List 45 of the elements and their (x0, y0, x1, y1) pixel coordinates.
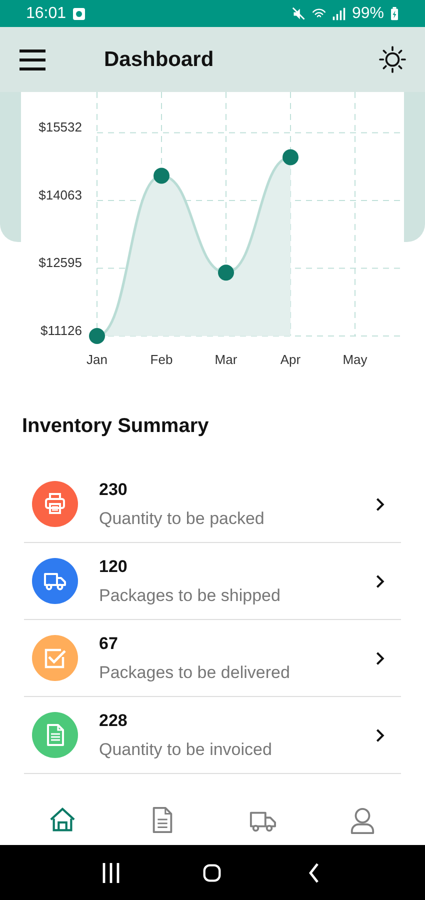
recent-apps-icon[interactable] (102, 862, 120, 882)
item-count: 67 (99, 634, 119, 654)
mute-icon (292, 6, 306, 20)
axis-label: Jan (86, 352, 108, 367)
home-icon[interactable] (48, 806, 76, 834)
user-icon[interactable] (349, 806, 376, 834)
axis-label: May (342, 352, 368, 367)
data-point (282, 149, 298, 166)
summary-item[interactable]: 120 Packages to be shipped (24, 543, 401, 620)
menu-icon[interactable] (19, 48, 46, 70)
item-count: 228 (99, 710, 128, 730)
axis-label: $15532 (38, 120, 82, 135)
summary-item[interactable]: 228 Quantity to be invoiced (24, 697, 401, 774)
axis-label: Mar (214, 352, 238, 367)
battery-level: 99% (352, 4, 384, 22)
battery-icon (390, 6, 399, 20)
notification-icon (72, 6, 86, 20)
item-count: 230 (99, 480, 128, 500)
summary-item[interactable]: 230 Quantity to be packed (24, 466, 401, 543)
home-button-icon[interactable] (203, 862, 222, 882)
axis-label: Apr (280, 352, 301, 367)
chevron-icon (375, 650, 385, 666)
signal-icon (332, 6, 346, 20)
item-count: 120 (99, 556, 128, 576)
theme-toggle-icon[interactable] (379, 46, 406, 73)
axis-label: Feb (150, 352, 173, 367)
axis-label: $14063 (38, 188, 82, 202)
page-title: Dashboard (104, 48, 215, 72)
summary-item[interactable]: 67 Packages to be delivered (24, 620, 401, 697)
chevron-icon (375, 728, 385, 742)
section-title: Inventory Summary (21, 414, 210, 439)
data-point (89, 328, 105, 344)
item-label: Packages to be delivered (99, 662, 291, 682)
status-time: 16:01 (26, 4, 66, 22)
chevron-icon (375, 574, 385, 588)
item-label: Quantity to be packed (99, 508, 266, 528)
axis-label: $12595 (38, 255, 82, 270)
data-point (154, 168, 170, 184)
chevron-icon (375, 496, 385, 512)
data-point (218, 264, 234, 281)
printer-icon (43, 492, 67, 516)
axis-label: $11126 (40, 323, 82, 338)
item-label: Packages to be shipped (99, 586, 282, 606)
checkbox-icon (43, 646, 67, 670)
item-label: Quantity to be invoiced (99, 740, 273, 760)
